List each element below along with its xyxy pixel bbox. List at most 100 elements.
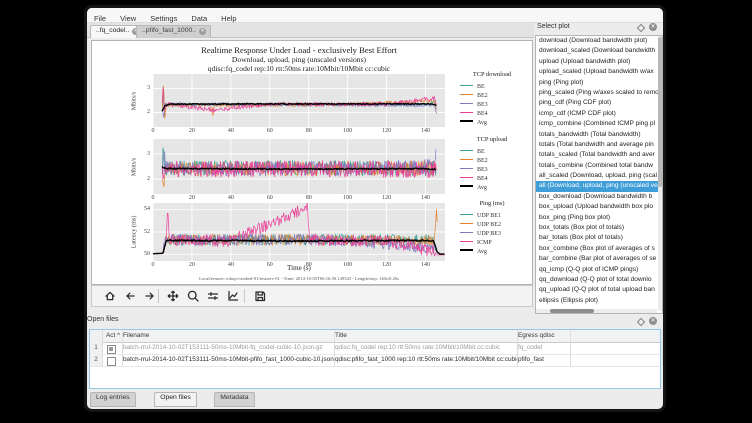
legend-entry: BE4 xyxy=(450,106,534,115)
y-axis-label: Mbits/s xyxy=(131,157,138,176)
row-checkbox[interactable] xyxy=(107,345,116,354)
legend-label: Avg xyxy=(477,120,487,126)
plot-list-item-19[interactable]: bar_totals (Box plot of totals) xyxy=(536,233,662,243)
x-tick-label: 100 xyxy=(338,128,358,134)
toolbar-separator xyxy=(244,289,245,303)
plot-list-item-2[interactable]: upload (Upload bandwidth plot) xyxy=(536,57,662,67)
pan-icon[interactable] xyxy=(167,290,179,302)
column-header-egress-qdisc[interactable]: Egress qdisc xyxy=(515,330,571,342)
x-tick-label: 20 xyxy=(182,195,202,201)
legend-line-swatch xyxy=(460,223,473,224)
plot-list-item-4[interactable]: ping (Ping plot) xyxy=(536,78,662,88)
plot-title-line2: Download, upload, ping (unscaled version… xyxy=(92,55,506,64)
bottom-tab-log-entries[interactable]: Log entries xyxy=(90,392,136,407)
x-tick-label: 140 xyxy=(416,195,436,201)
customize-icon[interactable] xyxy=(227,290,239,302)
x-tick-label: 120 xyxy=(377,262,397,268)
legend-line-swatch xyxy=(460,150,473,151)
plot-list-item-7[interactable]: icmp_cdf (ICMP CDF plot) xyxy=(536,109,662,119)
plot-list-item-18[interactable]: box_totals (Box plot of totals) xyxy=(536,223,662,233)
plot-list-vscrollbar[interactable] xyxy=(658,36,662,311)
back-icon[interactable] xyxy=(124,290,136,302)
row-number: 2 xyxy=(90,354,103,366)
home-icon[interactable] xyxy=(104,290,116,302)
close-tab-icon[interactable]: ✕ xyxy=(199,28,206,35)
axes-tcp-download xyxy=(153,74,445,127)
x-tick-label: 100 xyxy=(338,262,358,268)
plot-list-item-3[interactable]: upload_scaled (Upload bandwidth w/ax xyxy=(536,67,662,77)
table-row-2[interactable]: 2batch-rrul-2014-10-02T153111-50ms-10Mbi… xyxy=(90,354,660,367)
plot-list-item-14[interactable]: all (Download, upload, ping (unscaled ve xyxy=(536,181,662,191)
legend-line-swatch xyxy=(460,177,473,178)
doc-tab-1[interactable]: ..pfifo_fast_1000..✕ xyxy=(136,25,211,38)
plot-list-item-25[interactable]: ellipsis (Ellipsis plot) xyxy=(536,296,662,306)
legend-line-swatch xyxy=(460,159,473,160)
column-header-title[interactable]: Title xyxy=(332,330,518,342)
float-dock-icon[interactable] xyxy=(637,318,645,326)
open-files-title: Open files xyxy=(87,316,119,323)
plot-list-item-13[interactable]: all_scaled (Download, upload, ping (scal xyxy=(536,171,662,181)
plot-list-item-9[interactable]: totals_bandwidth (Total bandwidth) xyxy=(536,130,662,140)
menu-file[interactable]: File xyxy=(87,12,113,23)
plot-list-item-15[interactable]: box_download (Download bandwidth b xyxy=(536,192,662,202)
legend-entry: BE xyxy=(450,79,534,88)
plot-list-item-12[interactable]: totals_combine (Combined total bandw xyxy=(536,161,662,171)
x-tick-label: 0 xyxy=(143,262,163,268)
bottom-tab-metadata[interactable]: Metadata xyxy=(214,392,254,407)
legend-entry: Avg xyxy=(450,115,534,124)
plot-list-item-20[interactable]: box_combine (Box plot of averages of s xyxy=(536,244,662,254)
menu-settings[interactable]: Settings xyxy=(143,12,184,23)
plot-list-hscrollbar[interactable] xyxy=(536,309,657,313)
save-icon[interactable] xyxy=(254,290,266,302)
plot-list-item-16[interactable]: box_upload (Upload bandwidth box plo xyxy=(536,202,662,212)
x-tick-label: 140 xyxy=(416,128,436,134)
axes-ping-ms- xyxy=(153,203,445,261)
close-panel-icon[interactable]: ✕ xyxy=(649,23,657,31)
legend-1: TCP uploadBEBE2BE3BE4Avg xyxy=(450,136,534,189)
legend-entry: BE3 xyxy=(450,162,534,171)
plot-list-item-10[interactable]: totals (Total bandwidth and average pin xyxy=(536,140,662,150)
zoom-icon[interactable] xyxy=(187,290,199,302)
plot-canvas[interactable]: Realtime Response Under Load - exclusive… xyxy=(91,40,533,285)
y-tick-label: 52 xyxy=(136,229,150,235)
subplots-icon[interactable] xyxy=(207,290,219,302)
column-header-filename[interactable]: Filename xyxy=(120,330,335,342)
legend-line-swatch xyxy=(460,214,473,215)
row-checkbox[interactable] xyxy=(107,357,116,366)
forward-icon[interactable] xyxy=(144,290,156,302)
legend-entry: UDP BE3 xyxy=(450,226,534,235)
plot-list-item-1[interactable]: download_scaled (Download bandwidth xyxy=(536,46,662,56)
close-dock-icon[interactable]: ✕ xyxy=(649,317,657,325)
legend-line-swatch xyxy=(460,168,473,169)
menu-view[interactable]: View xyxy=(113,12,143,23)
open-files-table[interactable]: Act ^FilenameTitleEgress qdisc1batch-rru… xyxy=(89,329,661,389)
plot-list-item-8[interactable]: icmp_combine (Combined ICMP ping pl xyxy=(536,119,662,129)
x-tick-label: 80 xyxy=(299,262,319,268)
x-tick-label: 60 xyxy=(260,262,280,268)
menu-data[interactable]: Data xyxy=(184,12,214,23)
legend-entry: UDP BE1 xyxy=(450,208,534,217)
plot-list-item-17[interactable]: box_ping (Ping box plot) xyxy=(536,213,662,223)
legend-entry: UDP BE2 xyxy=(450,217,534,226)
bottom-tab-open-files[interactable]: Open files xyxy=(154,392,197,407)
plot-list-item-0[interactable]: download (Download bandwidth plot) xyxy=(536,36,662,46)
x-tick-label: 40 xyxy=(221,262,241,268)
plot-list-item-6[interactable]: ping_cdf (Ping CDF plot) xyxy=(536,98,662,108)
plot-list-item-5[interactable]: ping_scaled (Ping w/axes scaled to remo xyxy=(536,88,662,98)
legend-line-swatch xyxy=(460,94,473,95)
legend-line-swatch xyxy=(460,185,473,187)
plot-list-item-22[interactable]: qq_icmp (Q-Q plot of ICMP pings) xyxy=(536,265,662,275)
plot-list-item-24[interactable]: qq_upload (Q-Q plot of total upload ban xyxy=(536,285,662,295)
legend-line-swatch xyxy=(460,232,473,233)
legend-entry: BE2 xyxy=(450,88,534,97)
plot-list-item-21[interactable]: bar_combine (Bar plot of averages of se xyxy=(536,254,662,264)
plot-list-item-11[interactable]: totals_scaled (Total bandwidth and aver xyxy=(536,150,662,160)
float-panel-icon[interactable] xyxy=(637,24,645,32)
y-tick-label: 2 xyxy=(136,176,150,182)
menu-help[interactable]: Help xyxy=(214,12,243,23)
plot-list[interactable]: download (Download bandwidth plot)downlo… xyxy=(535,35,663,314)
plot-title-line3: qdisc:fq_codel rep:10 rtt:50ms rate:10Mb… xyxy=(92,64,506,73)
y-axis-label: Latency (ms) xyxy=(131,216,138,249)
select-plot-title: Select plot xyxy=(537,23,570,30)
plot-list-item-23[interactable]: qq_download (Q-Q plot of total downlo xyxy=(536,275,662,285)
